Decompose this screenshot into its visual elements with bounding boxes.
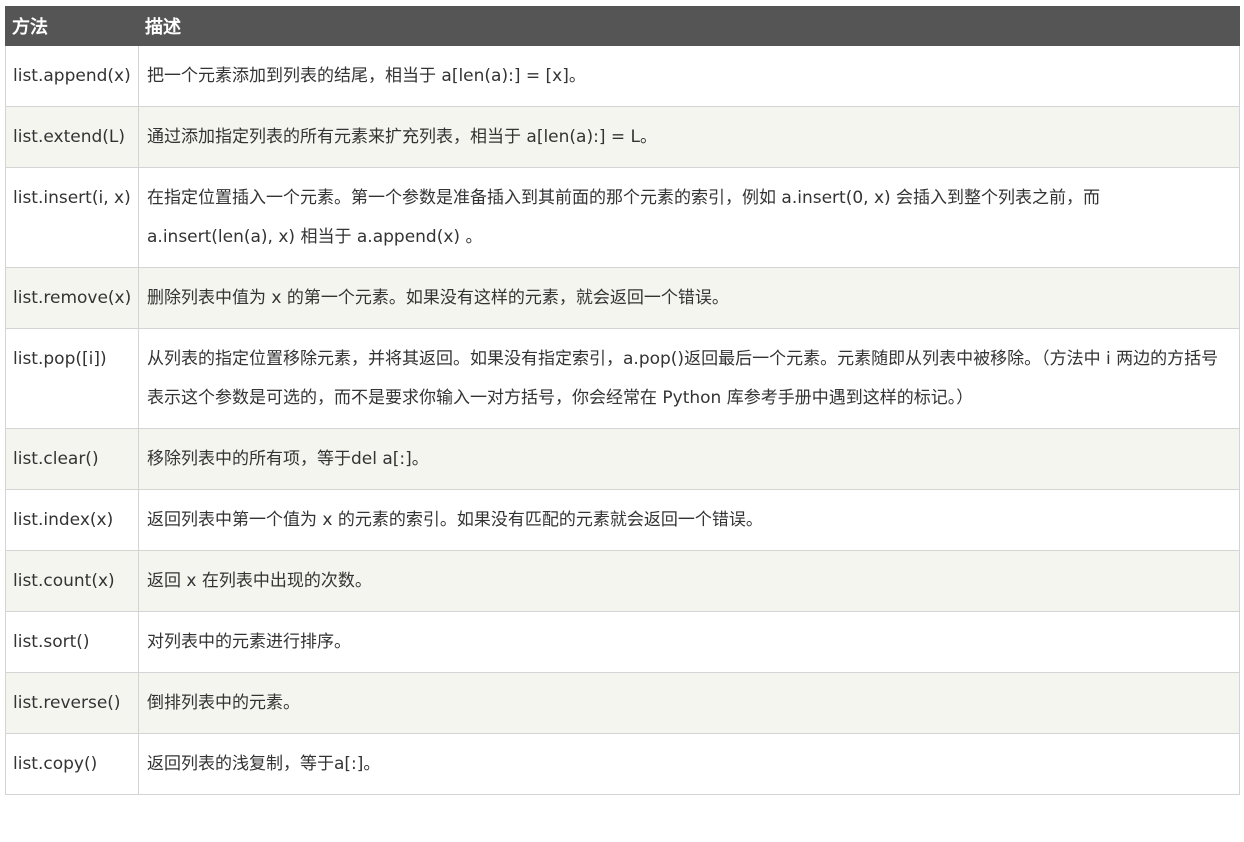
table-row: list.append(x) 把一个元素添加到列表的结尾，相当于 a[len(a…	[5, 45, 1240, 107]
method-cell: list.sort()	[5, 611, 139, 673]
table-row: list.count(x) 返回 x 在列表中出现的次数。	[5, 550, 1240, 612]
methods-table-container: 方法 描述 list.append(x) 把一个元素添加到列表的结尾，相当于 a…	[5, 6, 1240, 795]
description-cell: 对列表中的元素进行排序。	[138, 611, 1240, 673]
description-cell: 通过添加指定列表的所有元素来扩充列表，相当于 a[len(a):] = L。	[138, 106, 1240, 168]
method-cell: list.insert(i, x)	[5, 167, 139, 268]
description-cell: 返回列表中第一个值为 x 的元素的索引。如果没有匹配的元素就会返回一个错误。	[138, 489, 1240, 551]
method-cell: list.clear()	[5, 428, 139, 490]
table-row: list.pop([i]) 从列表的指定位置移除元素，并将其返回。如果没有指定索…	[5, 328, 1240, 429]
method-cell: list.extend(L)	[5, 106, 139, 168]
description-cell: 在指定位置插入一个元素。第一个参数是准备插入到其前面的那个元素的索引，例如 a.…	[138, 167, 1240, 268]
table-row: list.copy() 返回列表的浅复制，等于a[:]。	[5, 733, 1240, 795]
method-cell: list.copy()	[5, 733, 139, 795]
method-cell: list.count(x)	[5, 550, 139, 612]
table-header-row: 方法 描述	[5, 6, 1240, 46]
method-cell: list.reverse()	[5, 672, 139, 734]
description-cell: 倒排列表中的元素。	[138, 672, 1240, 734]
table-row: list.index(x) 返回列表中第一个值为 x 的元素的索引。如果没有匹配…	[5, 489, 1240, 551]
column-header-description: 描述	[138, 6, 1240, 46]
method-cell: list.index(x)	[5, 489, 139, 551]
table-row: list.reverse() 倒排列表中的元素。	[5, 672, 1240, 734]
method-cell: list.append(x)	[5, 45, 139, 107]
description-cell: 把一个元素添加到列表的结尾，相当于 a[len(a):] = [x]。	[138, 45, 1240, 107]
list-methods-table: 方法 描述 list.append(x) 把一个元素添加到列表的结尾，相当于 a…	[5, 6, 1240, 795]
table-row: list.clear() 移除列表中的所有项，等于del a[:]。	[5, 428, 1240, 490]
table-row: list.extend(L) 通过添加指定列表的所有元素来扩充列表，相当于 a[…	[5, 106, 1240, 168]
table-row: list.sort() 对列表中的元素进行排序。	[5, 611, 1240, 673]
description-cell: 返回 x 在列表中出现的次数。	[138, 550, 1240, 612]
column-header-method: 方法	[5, 6, 139, 46]
table-row: list.insert(i, x) 在指定位置插入一个元素。第一个参数是准备插入…	[5, 167, 1240, 268]
description-cell: 删除列表中值为 x 的第一个元素。如果没有这样的元素，就会返回一个错误。	[138, 267, 1240, 329]
description-cell: 返回列表的浅复制，等于a[:]。	[138, 733, 1240, 795]
method-cell: list.pop([i])	[5, 328, 139, 429]
description-cell: 从列表的指定位置移除元素，并将其返回。如果没有指定索引，a.pop()返回最后一…	[138, 328, 1240, 429]
table-row: list.remove(x) 删除列表中值为 x 的第一个元素。如果没有这样的元…	[5, 267, 1240, 329]
description-cell: 移除列表中的所有项，等于del a[:]。	[138, 428, 1240, 490]
method-cell: list.remove(x)	[5, 267, 139, 329]
